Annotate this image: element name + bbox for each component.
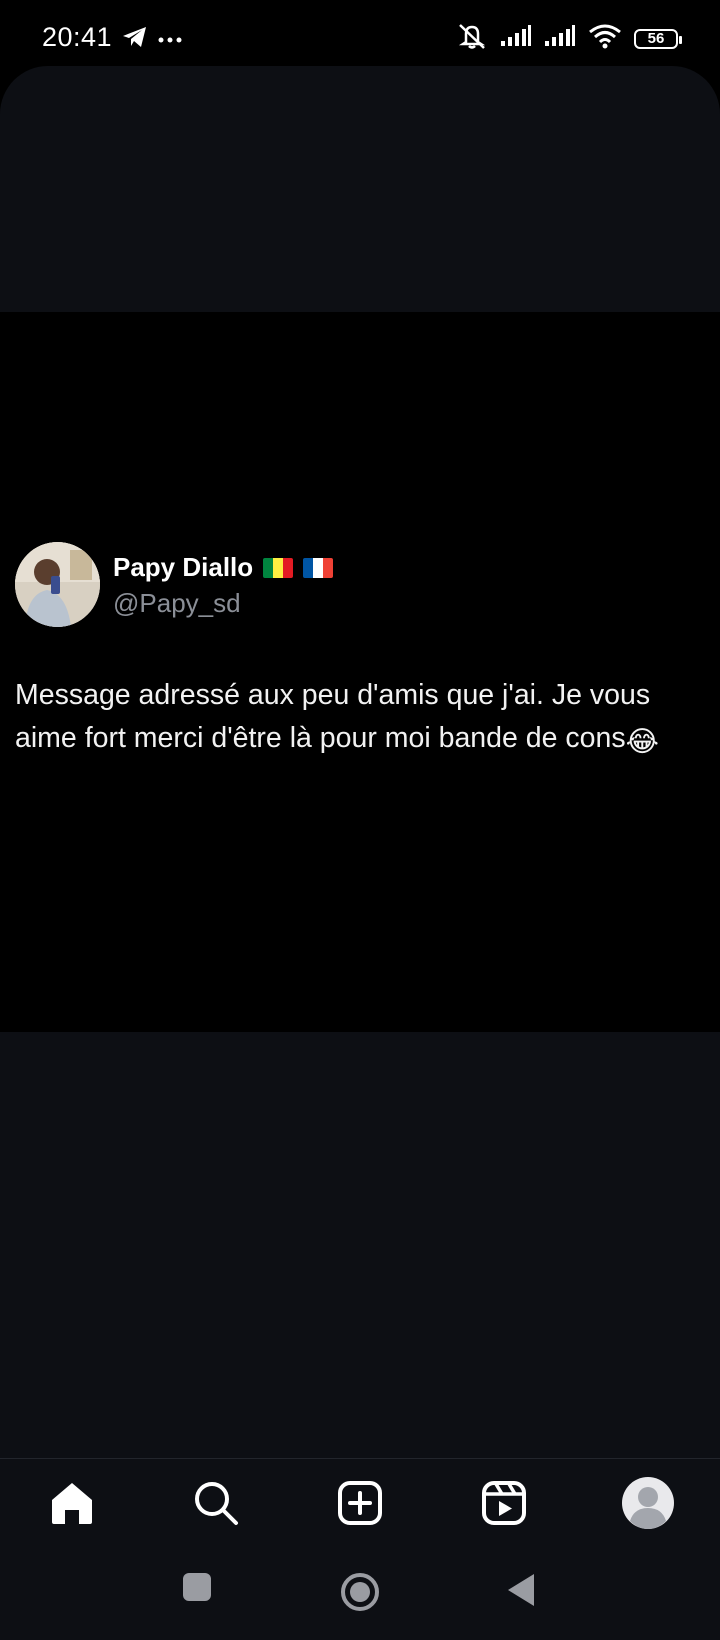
post-text: Message adressé aux peu d'amis que j'ai.…: [15, 674, 715, 764]
search-icon[interactable]: [188, 1475, 244, 1531]
home-icon[interactable]: [44, 1475, 100, 1531]
reels-icon[interactable]: [476, 1475, 532, 1531]
author-name-text[interactable]: Papy Diallo: [113, 552, 253, 583]
bottom-nav: [0, 1458, 720, 1548]
profile-icon[interactable]: [620, 1475, 676, 1531]
home-button[interactable]: [340, 1572, 380, 1612]
battery-level: 56: [647, 30, 665, 47]
author-handle[interactable]: @Papy_sd: [113, 588, 241, 619]
post-text-body: Message adressé aux peu d'amis que j'ai.…: [15, 679, 651, 754]
mute-icon: [456, 22, 488, 55]
status-bar: 20:41 56: [0, 0, 720, 66]
create-icon[interactable]: [332, 1475, 388, 1531]
signal-icon: [500, 25, 532, 52]
back-button[interactable]: [506, 1572, 536, 1608]
author-name[interactable]: Papy Diallo: [113, 552, 334, 583]
signal-icon: [544, 25, 576, 52]
system-nav: [0, 1548, 720, 1640]
post-card: [0, 312, 720, 1032]
more-icon: [158, 31, 182, 49]
france-flag: [303, 557, 334, 578]
senegal-flag: [263, 557, 294, 578]
laughing-emoji: 😂: [625, 726, 659, 758]
wifi-icon: [588, 23, 622, 54]
sheet-top: [0, 66, 720, 312]
avatar[interactable]: [15, 542, 100, 627]
battery-icon: 56: [634, 28, 682, 49]
telegram-icon: [122, 26, 148, 53]
recents-button[interactable]: [182, 1572, 212, 1602]
status-time: 20:41: [42, 22, 113, 52]
sheet-bottom: [0, 1032, 720, 1459]
